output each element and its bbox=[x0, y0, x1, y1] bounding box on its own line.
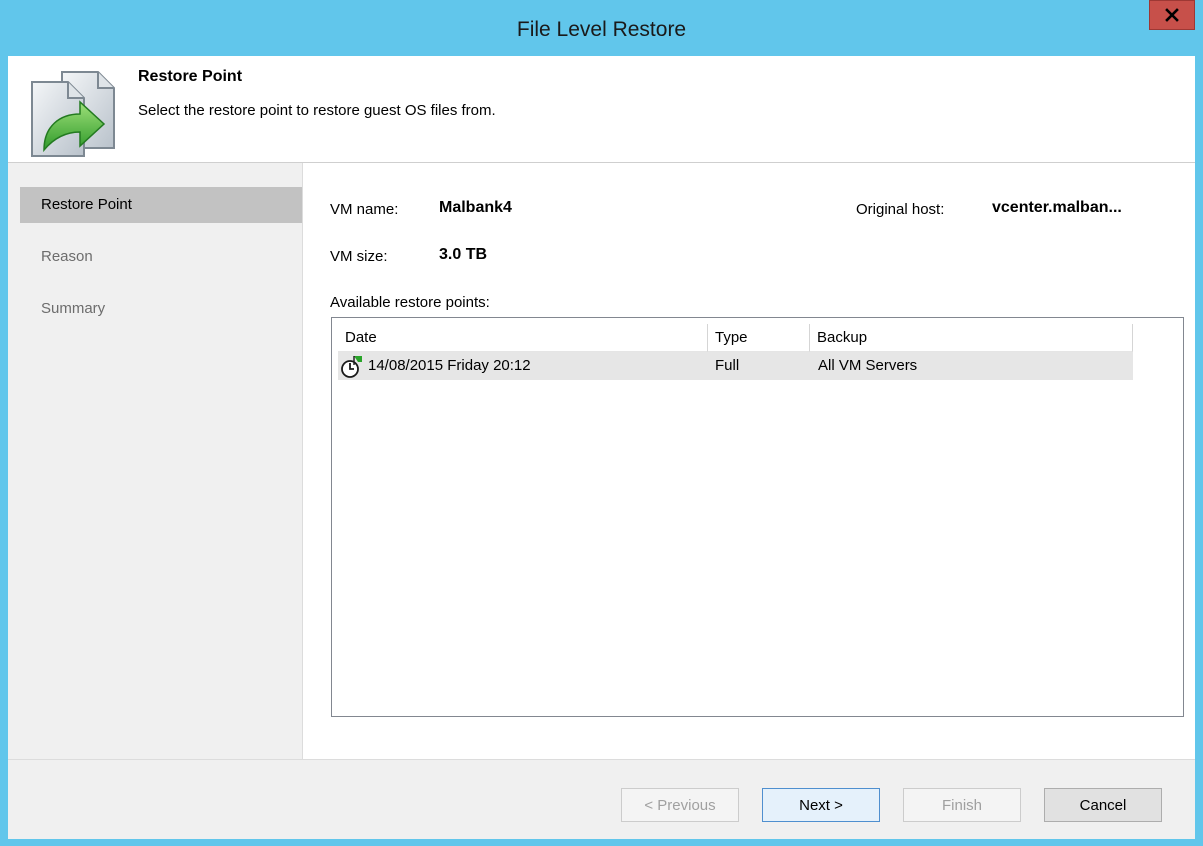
column-header-type[interactable]: Type bbox=[708, 324, 810, 352]
vm-name-value: Malbank4 bbox=[439, 199, 512, 216]
sidebar-item-summary[interactable]: Summary bbox=[20, 291, 302, 327]
column-header-date[interactable]: Date bbox=[338, 324, 708, 352]
page-subtitle: Select the restore point to restore gues… bbox=[138, 102, 496, 119]
wizard-footer: < Previous Next > Finish Cancel bbox=[8, 759, 1195, 839]
original-host-label: Original host: bbox=[856, 201, 945, 218]
close-button[interactable] bbox=[1149, 0, 1195, 30]
table-row[interactable]: 14/08/2015 Friday 20:12 Full All VM Serv… bbox=[338, 352, 1133, 380]
next-button[interactable]: Next > bbox=[762, 788, 880, 822]
row-backup: All VM Servers bbox=[818, 357, 918, 374]
original-host-value: vcenter.malban... bbox=[992, 199, 1122, 216]
vm-size-value: 3.0 TB bbox=[439, 246, 488, 263]
wizard-steps-sidebar: Restore Point Reason Summary bbox=[8, 163, 303, 759]
row-type: Full bbox=[715, 357, 740, 374]
previous-button[interactable]: < Previous bbox=[621, 788, 739, 822]
sidebar-item-restore-point[interactable]: Restore Point bbox=[20, 187, 302, 223]
sidebar-item-reason[interactable]: Reason bbox=[20, 239, 302, 275]
dialog-client-area: Restore Point Select the restore point t… bbox=[8, 56, 1195, 839]
restore-points-list[interactable]: Date Type Backup 14/08/2015 Friday 20:12… bbox=[331, 317, 1184, 717]
column-header-backup[interactable]: Backup bbox=[810, 324, 1133, 352]
vm-size-label: VM size: bbox=[330, 248, 388, 265]
restore-point-clock-icon bbox=[341, 356, 362, 378]
file-level-restore-window: File Level Restore Restore Point Select … bbox=[0, 0, 1203, 846]
page-title: Restore Point bbox=[138, 68, 243, 85]
cancel-button[interactable]: Cancel bbox=[1044, 788, 1162, 822]
restore-point-panel: VM name: Malbank4 Original host: vcenter… bbox=[303, 163, 1195, 759]
window-title: File Level Restore bbox=[516, 18, 687, 41]
row-date: 14/08/2015 Friday 20:12 bbox=[368, 357, 531, 374]
finish-button[interactable]: Finish bbox=[903, 788, 1021, 822]
title-bar[interactable]: File Level Restore bbox=[0, 0, 1203, 56]
wizard-header: Restore Point Select the restore point t… bbox=[8, 56, 1195, 163]
vm-name-label: VM name: bbox=[330, 201, 399, 218]
close-icon bbox=[1165, 8, 1179, 22]
restore-document-arrow-icon bbox=[31, 71, 115, 157]
restore-points-label: Available restore points: bbox=[330, 294, 490, 311]
